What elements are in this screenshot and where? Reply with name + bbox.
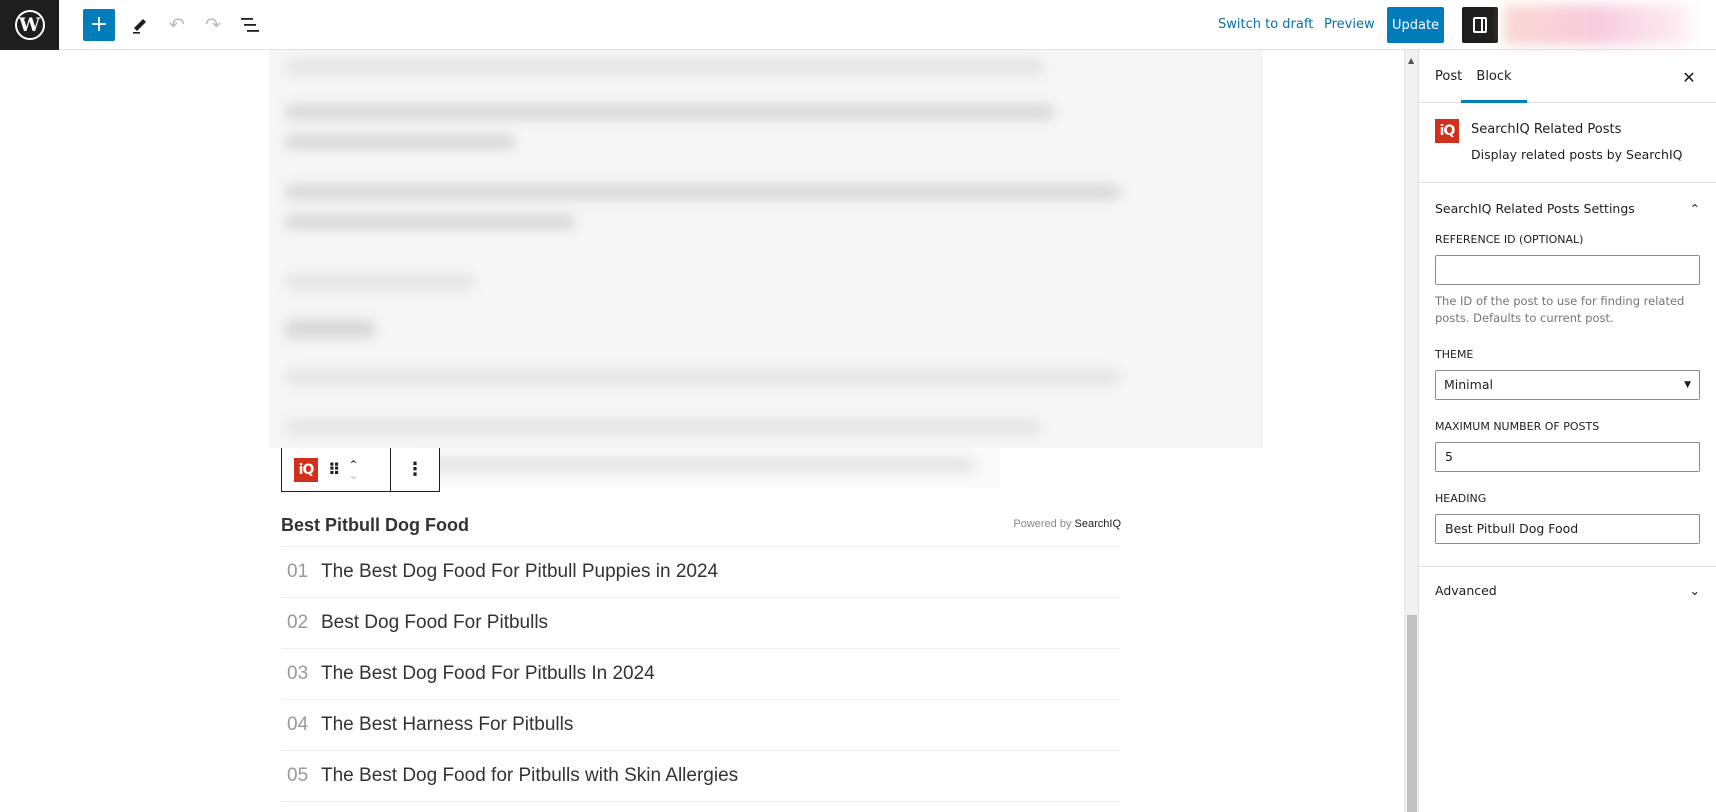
chevron-down-icon: ⌄ bbox=[1689, 583, 1700, 598]
theme-field-group: Theme Minimal ▼ bbox=[1435, 348, 1700, 400]
block-mover: ⌃ ⌄ bbox=[349, 459, 359, 481]
list-item: 02 Best Dog Food For Pitbulls bbox=[281, 598, 1121, 649]
powered-by: Powered by SearchIQ bbox=[1013, 518, 1121, 536]
scroll-up-arrow-icon[interactable]: ▲ bbox=[1408, 56, 1414, 65]
powered-by-brand[interactable]: SearchIQ bbox=[1075, 518, 1121, 530]
max-posts-input[interactable] bbox=[1435, 441, 1700, 472]
chevron-down-icon: ▼ bbox=[1684, 379, 1691, 390]
advanced-panel-title: Advanced bbox=[1435, 583, 1497, 598]
related-post-link[interactable]: The Best Dog Food for Pitbulls with Skin… bbox=[321, 765, 738, 787]
item-number: 03 bbox=[287, 663, 309, 684]
block-toolbar: iQ ⠿ ⌃ ⌄ ⋮ bbox=[281, 448, 440, 492]
searchiq-block-icon[interactable]: iQ bbox=[294, 457, 318, 482]
scrollbar-thumb[interactable] bbox=[1407, 615, 1417, 812]
more-vertical-icon: ⋮ bbox=[406, 459, 424, 480]
related-post-link[interactable]: The Best Harness For Pitbulls bbox=[321, 714, 573, 736]
drag-handle-icon[interactable]: ⠿ bbox=[328, 460, 340, 479]
wordpress-icon: W bbox=[14, 10, 45, 40]
close-icon: ✕ bbox=[1682, 67, 1696, 87]
item-number: 04 bbox=[287, 714, 309, 735]
close-sidebar-button[interactable]: ✕ bbox=[1674, 62, 1704, 92]
add-block-button[interactable]: + bbox=[83, 9, 115, 41]
heading-field-group: Heading bbox=[1435, 492, 1700, 544]
list-item: 01 The Best Dog Food For Pitbull Puppies… bbox=[281, 547, 1121, 598]
block-card: iQ SearchIQ Related Posts Display relate… bbox=[1419, 103, 1716, 183]
heading-label: Heading bbox=[1435, 491, 1487, 505]
blurred-post-content-2 bbox=[400, 448, 1000, 488]
theme-select[interactable]: Minimal ▼ bbox=[1435, 369, 1700, 400]
item-number: 02 bbox=[287, 612, 309, 633]
switch-to-draft-button[interactable]: Switch to draft bbox=[1212, 9, 1319, 41]
undo-button[interactable]: ↶ bbox=[161, 9, 193, 41]
powered-by-label: Powered by bbox=[1013, 518, 1075, 530]
settings-toggle-button[interactable] bbox=[1462, 7, 1498, 43]
chevron-up-icon: ⌃ bbox=[1689, 200, 1700, 216]
reference-id-field-group: Reference ID (optional) The ID of the po… bbox=[1435, 233, 1700, 328]
list-item: 04 The Best Harness For Pitbulls bbox=[281, 700, 1121, 751]
editor-header: W + ↶ ↷ Switch to draft Preview Update bbox=[0, 0, 1716, 50]
max-posts-label: Maximum number of posts bbox=[1435, 419, 1600, 433]
related-post-link[interactable]: The Best Dog Food For Pitbull Puppies in… bbox=[321, 561, 718, 583]
item-number: 05 bbox=[287, 765, 309, 786]
undo-icon: ↶ bbox=[169, 14, 185, 36]
related-post-link[interactable]: Best Dog Food For Pitbulls bbox=[321, 612, 548, 634]
wordpress-logo-button[interactable]: W bbox=[0, 0, 59, 50]
related-posts-list: 01 The Best Dog Food For Pitbull Puppies… bbox=[281, 546, 1121, 802]
redo-icon: ↷ bbox=[205, 14, 221, 36]
block-options-button[interactable]: ⋮ bbox=[391, 448, 439, 491]
list-item: 03 The Best Dog Food For Pitbulls In 202… bbox=[281, 649, 1121, 700]
block-card-title: SearchIQ Related Posts bbox=[1471, 122, 1622, 137]
theme-label: Theme bbox=[1435, 347, 1474, 361]
searchiq-icon: iQ bbox=[1435, 119, 1459, 143]
item-number: 01 bbox=[287, 561, 309, 582]
list-item: 05 The Best Dog Food for Pitbulls with S… bbox=[281, 751, 1121, 802]
plus-icon: + bbox=[89, 12, 109, 37]
redacted-plugin-area bbox=[1504, 5, 1690, 45]
advanced-panel-toggle[interactable]: Advanced ⌄ bbox=[1419, 567, 1716, 615]
heading-input[interactable] bbox=[1435, 513, 1700, 544]
list-view-icon bbox=[241, 18, 259, 32]
pencil-icon bbox=[133, 19, 146, 34]
reference-id-help: The ID of the post to use for finding re… bbox=[1435, 294, 1685, 326]
settings-panel-toggle[interactable]: SearchIQ Related Posts Settings ⌃ bbox=[1435, 183, 1700, 233]
blurred-post-content bbox=[269, 50, 1263, 448]
update-button[interactable]: Update bbox=[1387, 7, 1444, 43]
settings-sidebar: Post Block ✕ iQ SearchIQ Related Posts D… bbox=[1418, 50, 1716, 812]
canvas-scrollbar[interactable]: ▲ bbox=[1404, 50, 1418, 812]
related-posts-block[interactable]: Best Pitbull Dog Food Powered by SearchI… bbox=[281, 502, 1121, 802]
tools-button[interactable] bbox=[124, 9, 156, 41]
sidebar-icon bbox=[1473, 17, 1487, 33]
related-post-link[interactable]: The Best Dog Food For Pitbulls In 2024 bbox=[321, 663, 655, 685]
theme-selected-value: Minimal bbox=[1444, 377, 1493, 392]
settings-panel-title: SearchIQ Related Posts Settings bbox=[1435, 200, 1635, 216]
block-card-description: Display related posts by SearchIQ bbox=[1471, 147, 1683, 162]
reference-id-input[interactable] bbox=[1435, 255, 1700, 285]
max-posts-field-group: Maximum number of posts bbox=[1435, 420, 1700, 472]
related-posts-heading: Best Pitbull Dog Food bbox=[281, 515, 469, 535]
preview-button[interactable]: Preview bbox=[1318, 9, 1381, 41]
move-down-button[interactable]: ⌄ bbox=[349, 469, 359, 481]
settings-panel: SearchIQ Related Posts Settings ⌃ Refere… bbox=[1419, 183, 1716, 567]
tab-block[interactable]: Block bbox=[1461, 50, 1527, 103]
editor-canvas: iQ ⠿ ⌃ ⌄ ⋮ Best Pitbull Dog Food Powered… bbox=[0, 50, 1404, 812]
sidebar-tabs: Post Block ✕ bbox=[1419, 50, 1716, 103]
redo-button[interactable]: ↷ bbox=[197, 9, 229, 41]
document-overview-button[interactable] bbox=[234, 9, 266, 41]
reference-id-label: Reference ID (optional) bbox=[1435, 233, 1584, 246]
